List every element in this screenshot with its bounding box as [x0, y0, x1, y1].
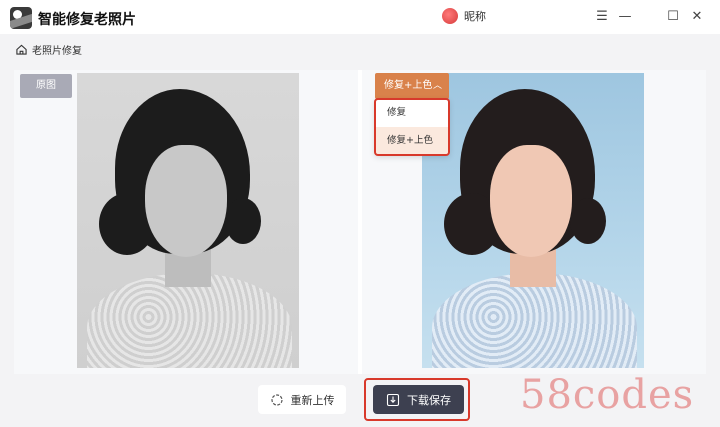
app-logo-icon — [10, 7, 32, 29]
breadcrumb-label[interactable]: 老照片修复 — [32, 42, 82, 57]
mode-selected-label[interactable]: 修复+上色 — [384, 80, 432, 91]
mode-option-restore[interactable]: 修复 — [375, 99, 449, 127]
minimize-icon[interactable]: — — [617, 9, 633, 25]
user-account[interactable]: 昵称 — [442, 8, 486, 24]
title-bar: 智能修复老照片 昵称 ☰ — ☐ ✕ — [0, 0, 720, 34]
restored-photo — [422, 73, 644, 368]
reupload-label: 重新上传 — [290, 393, 335, 407]
original-pane: 原图 — [14, 70, 358, 374]
app-title: 智能修复老照片 — [38, 12, 136, 28]
mode-menu: 修复 修复+上色 — [375, 99, 449, 155]
compare-workspace: 原图 修复+上色 ︿ 修复 修复+上色 — [14, 70, 706, 374]
menu-icon[interactable]: ☰ — [594, 9, 610, 25]
close-icon[interactable]: ✕ — [689, 9, 705, 25]
user-name[interactable]: 昵称 — [464, 8, 486, 24]
refresh-icon — [270, 393, 283, 406]
original-label: 原图 — [20, 74, 72, 98]
avatar[interactable] — [442, 8, 458, 24]
maximize-icon[interactable]: ☐ — [665, 9, 681, 25]
mode-option-restore-colorize[interactable]: 修复+上色 — [375, 127, 449, 155]
breadcrumb[interactable]: 老照片修复 — [16, 42, 82, 57]
download-label: 下载保存 — [407, 393, 451, 407]
chevron-up-icon[interactable]: ︿ — [433, 73, 442, 99]
watermark: 58codes — [520, 372, 695, 418]
download-button[interactable]: 下载保存 — [373, 385, 464, 414]
home-icon[interactable] — [16, 44, 27, 55]
result-pane: 修复+上色 ︿ 修复 修复+上色 — [362, 70, 706, 374]
mode-dropdown[interactable]: 修复+上色 ︿ — [375, 73, 449, 99]
reupload-button[interactable]: 重新上传 — [258, 385, 346, 414]
download-icon — [386, 393, 400, 406]
original-photo — [77, 73, 299, 368]
